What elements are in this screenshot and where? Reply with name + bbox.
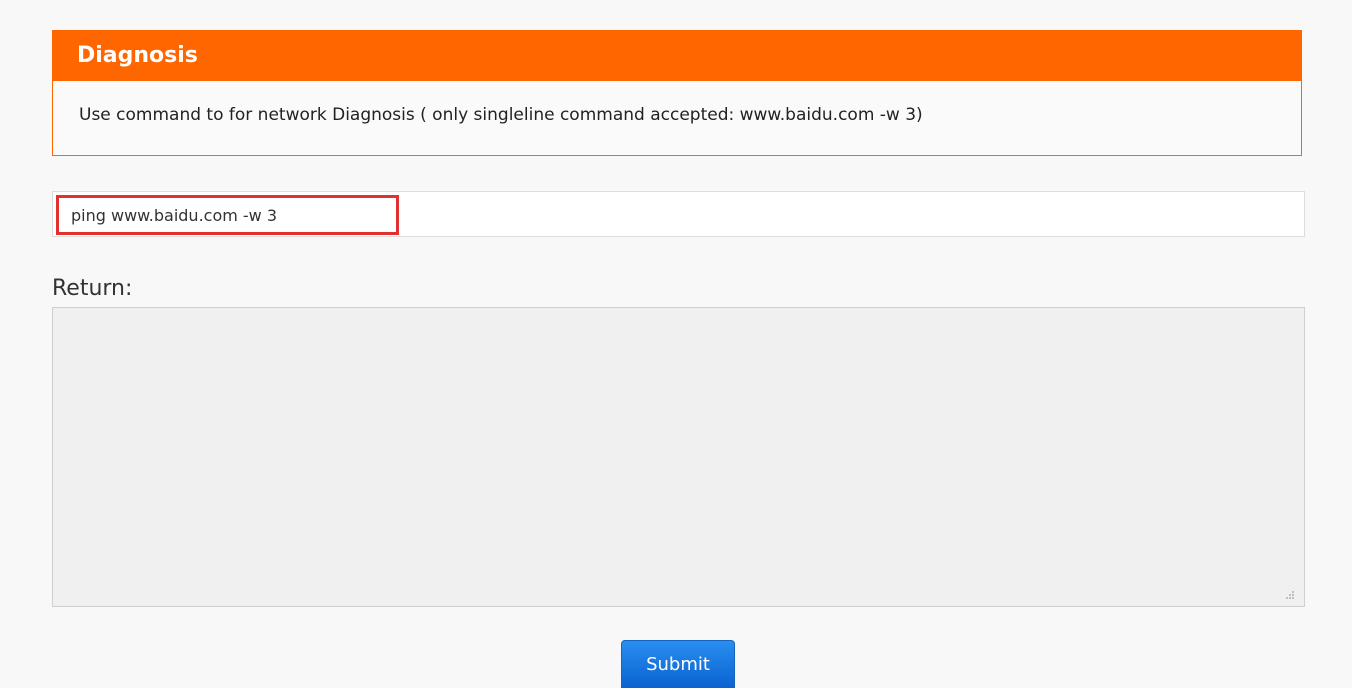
command-field-row xyxy=(52,191,1305,237)
return-label: Return: xyxy=(52,276,133,301)
resize-grip-icon[interactable] xyxy=(1285,590,1295,600)
panel-description: Use command to for network Diagnosis ( o… xyxy=(79,105,923,125)
return-output[interactable] xyxy=(52,307,1305,607)
command-input[interactable] xyxy=(56,195,399,235)
panel-title: Diagnosis xyxy=(53,31,1301,81)
submit-button[interactable]: Submit xyxy=(621,640,735,688)
diagnosis-panel: Diagnosis Use command to for network Dia… xyxy=(52,30,1302,156)
diagnosis-page: Diagnosis Use command to for network Dia… xyxy=(0,0,1352,688)
